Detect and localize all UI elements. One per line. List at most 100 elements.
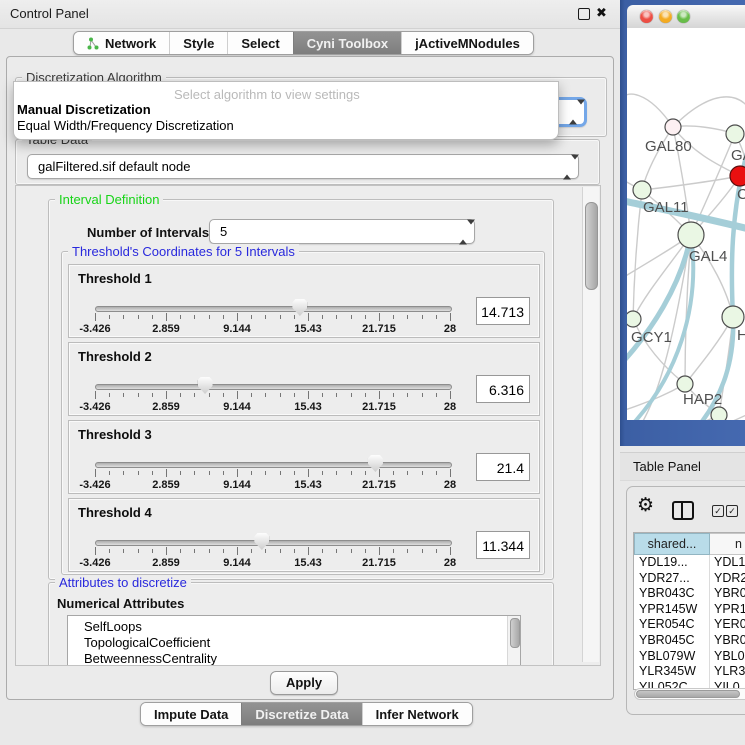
threshold-value-box[interactable]: 6.316 bbox=[476, 375, 530, 403]
interval-group-title: Interval Definition bbox=[55, 192, 163, 207]
close-icon[interactable]: ✖ bbox=[596, 5, 607, 21]
table-row[interactable]: YBL079WYBL0 bbox=[634, 649, 745, 665]
threshold-slider[interactable]: -3.4262.8599.14415.4321.71528 bbox=[95, 377, 450, 413]
tab-network[interactable]: Network bbox=[74, 32, 169, 54]
algorithm-option-2[interactable]: Equal Width/Frequency Discretization bbox=[17, 118, 234, 133]
tab-select[interactable]: Select bbox=[227, 32, 292, 54]
table-row[interactable]: YDR27...YDR2 bbox=[634, 571, 745, 587]
attribute-list-item[interactable]: BetweennessCentrality bbox=[68, 651, 520, 666]
threshold-title: Threshold 1 bbox=[78, 271, 152, 286]
checkbox-icon[interactable]: ✓ bbox=[712, 505, 724, 517]
table-panel-title: Table Panel bbox=[633, 453, 701, 480]
cell-shared-name[interactable]: YER054C bbox=[634, 617, 710, 633]
list-scrollbar-thumb[interactable] bbox=[510, 618, 520, 648]
cell-name[interactable]: YDR2 bbox=[710, 571, 745, 587]
zoom-traffic-light[interactable] bbox=[677, 10, 690, 23]
cell-name[interactable]: YDL1 bbox=[710, 555, 745, 571]
tick-label: 21.715 bbox=[362, 323, 396, 335]
tick-label: 28 bbox=[444, 557, 456, 569]
tab-content-panel: Discretization Algorithm Table Data galF… bbox=[6, 56, 614, 700]
network-node-green[interactable] bbox=[677, 376, 693, 392]
cell-shared-name[interactable]: YBR043C bbox=[634, 586, 710, 602]
slider-ticks bbox=[95, 469, 450, 479]
cell-shared-name[interactable]: YDR27... bbox=[634, 571, 710, 587]
node-label: C bbox=[737, 186, 745, 203]
panel-title: Control Panel bbox=[10, 6, 89, 21]
threshold-value-box[interactable]: 11.344 bbox=[476, 531, 530, 559]
threshold-value-box[interactable]: 21.4 bbox=[476, 453, 530, 481]
table-row[interactable]: YBR043CYBR0 bbox=[634, 586, 745, 602]
threshold-value-box[interactable]: 14.713 bbox=[476, 297, 530, 325]
tab-jactivemnodules[interactable]: jActiveMNodules bbox=[401, 32, 533, 54]
cell-shared-name[interactable]: YDL19... bbox=[634, 555, 710, 571]
attribute-list-item[interactable]: TopologicalCoefficient bbox=[68, 635, 520, 651]
tab-discretize-data[interactable]: Discretize Data bbox=[241, 703, 361, 725]
cell-name[interactable]: YBL0 bbox=[710, 649, 745, 665]
tab-label: Infer Network bbox=[376, 707, 459, 722]
tab-style[interactable]: Style bbox=[169, 32, 227, 54]
combo-arrows-icon bbox=[563, 159, 572, 174]
column-header-shared-name[interactable]: shared... bbox=[634, 533, 710, 555]
threshold-slider[interactable]: -3.4262.8599.14415.4321.71528 bbox=[95, 455, 450, 491]
threshold-4-panel: Threshold 4 -3.4262.8599.14415.4321.7152… bbox=[68, 498, 540, 572]
cell-name[interactable]: YBR0 bbox=[710, 633, 745, 649]
network-node-green[interactable] bbox=[678, 222, 704, 248]
columns-icon[interactable] bbox=[672, 501, 694, 520]
tick-label: 9.144 bbox=[223, 557, 251, 569]
tab-label: Network bbox=[105, 36, 156, 51]
cell-shared-name[interactable]: YBR045C bbox=[634, 633, 710, 649]
table-horizontal-scrollbar[interactable] bbox=[634, 688, 745, 700]
cell-name[interactable]: YPR1 bbox=[710, 602, 745, 618]
cell-name[interactable]: YBR0 bbox=[710, 586, 745, 602]
network-node-pink[interactable] bbox=[665, 119, 681, 135]
tab-cyni-toolbox[interactable]: Cyni Toolbox bbox=[293, 32, 401, 54]
threshold-slider[interactable]: -3.4262.8599.14415.4321.71528 bbox=[95, 299, 450, 335]
settings-scrollbar[interactable] bbox=[582, 187, 599, 662]
attribute-list-item[interactable]: SelfLoops bbox=[68, 619, 520, 635]
network-node-green[interactable] bbox=[633, 181, 651, 199]
network-node-red[interactable] bbox=[730, 166, 745, 186]
cell-name[interactable]: YER0 bbox=[710, 617, 745, 633]
tick-label: -3.426 bbox=[79, 557, 110, 569]
slider-track[interactable] bbox=[95, 462, 452, 468]
settings-scrollbar-thumb[interactable] bbox=[585, 202, 598, 290]
number-of-intervals-combo[interactable]: 5 bbox=[209, 219, 475, 244]
float-panel-icon[interactable] bbox=[578, 8, 590, 20]
numerical-attributes-list[interactable]: SelfLoopsTopologicalCoefficientBetweenne… bbox=[67, 615, 521, 666]
cell-shared-name[interactable]: YLR345W bbox=[634, 664, 710, 680]
top-tabstrip: Network StyleSelectCyni Toolbox jActiveMNo… bbox=[73, 31, 534, 55]
tab-label: jActiveMNodules bbox=[415, 36, 520, 51]
network-node-green[interactable] bbox=[722, 306, 744, 328]
slider-track[interactable] bbox=[95, 306, 452, 312]
cell-shared-name[interactable]: YBL079W bbox=[634, 649, 710, 665]
table-row[interactable]: YBR045CYBR0 bbox=[634, 633, 745, 649]
apply-button[interactable]: Apply bbox=[270, 671, 338, 695]
checkbox-icon[interactable]: ✓ bbox=[726, 505, 738, 517]
numerical-attributes-heading: Numerical Attributes bbox=[57, 596, 184, 611]
tab-infer-network[interactable]: Infer Network bbox=[362, 703, 472, 725]
table-row[interactable]: YDL19...YDL1 bbox=[634, 555, 745, 571]
cell-shared-name[interactable]: YPR145W bbox=[634, 602, 710, 618]
table-row[interactable]: YLR345WYLR3 bbox=[634, 664, 745, 680]
slider-track[interactable] bbox=[95, 384, 452, 390]
table-row[interactable]: YPR145WYPR1 bbox=[634, 602, 745, 618]
table-hscrollbar-thumb[interactable] bbox=[636, 690, 740, 698]
algorithm-option-1[interactable]: Manual Discretization bbox=[17, 102, 151, 117]
slider-track[interactable] bbox=[95, 540, 452, 546]
network-canvas[interactable]: GAL80GACGAL11GAL4GCY1HHAP2 bbox=[627, 28, 745, 420]
network-node-green[interactable] bbox=[726, 125, 744, 143]
gear-icon[interactable]: ⚙ bbox=[637, 496, 654, 516]
cell-name[interactable]: YLR3 bbox=[710, 664, 745, 680]
close-traffic-light[interactable] bbox=[640, 10, 653, 23]
table-row[interactable]: YER054CYER0 bbox=[634, 617, 745, 633]
tab-impute-data[interactable]: Impute Data bbox=[141, 703, 241, 725]
column-header-name[interactable]: n bbox=[710, 533, 745, 555]
thresholds-group-title: Threshold's Coordinates for 5 Intervals bbox=[68, 244, 299, 259]
network-node-green[interactable] bbox=[711, 407, 727, 420]
threshold-slider[interactable]: -3.4262.8599.14415.4321.71528 bbox=[95, 533, 450, 569]
network-node-green[interactable] bbox=[627, 311, 641, 327]
table-data-combo[interactable]: galFiltered.sif default node bbox=[27, 154, 579, 179]
table-panel: ⚙ ✓ ✓ shared... n YDL19...YDL1YDR27...YD… bbox=[626, 486, 745, 715]
list-scrollbar[interactable] bbox=[507, 616, 520, 666]
minimize-traffic-light[interactable] bbox=[659, 10, 672, 23]
